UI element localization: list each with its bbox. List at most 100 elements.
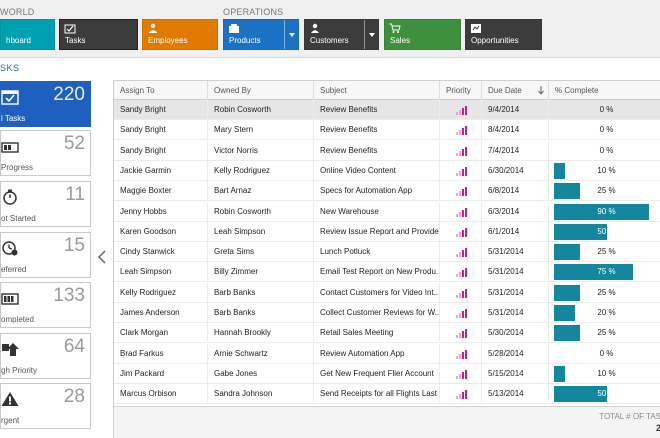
task-icon xyxy=(64,24,76,34)
stat-high-priority[interactable]: 64 gh Priority xyxy=(0,333,91,379)
subject-cell: New Warehouse xyxy=(314,201,440,222)
due-date-cell: 5/13/2014 xyxy=(482,384,549,405)
owned-by-cell: Robin Cosworth xyxy=(208,100,314,120)
priority-bars-icon xyxy=(456,146,467,156)
due-date-cell: 5/31/2014 xyxy=(482,303,549,323)
percent-complete-label: 0 % xyxy=(599,348,614,358)
grid-footer: TOTAL # OF TAS 2 xyxy=(114,406,660,438)
column-header-owned-by[interactable]: Owned By xyxy=(208,81,314,100)
stat-count: 15 xyxy=(63,235,85,256)
deferred-clock-icon xyxy=(2,241,18,256)
owned-by-cell: Leah Simpson xyxy=(208,221,314,242)
percent-complete-label: 10 % xyxy=(597,165,616,175)
table-row[interactable]: Sandy Bright Victor Norris Review Benefits… xyxy=(114,140,660,161)
assign-to-cell: Marcus Orbison xyxy=(114,384,208,405)
percent-complete-label: 0 % xyxy=(599,145,614,155)
table-row[interactable]: Maggie Boxter Bart Arnaz Specs for Automat… xyxy=(114,181,660,202)
cart-icon xyxy=(389,23,401,33)
calendar-check-icon xyxy=(1,90,19,105)
priority-bars-icon xyxy=(456,288,467,298)
subject-cell: Retail Sales Meeting xyxy=(314,323,440,344)
task-grid: Assign To Owned By Subject Priority Due … xyxy=(113,80,660,438)
priority-bars-icon xyxy=(456,329,467,339)
table-row[interactable]: James Anderson Barb Banks Collect Customer… xyxy=(114,303,660,323)
subject-cell: Lunch Potluck xyxy=(314,242,440,263)
column-header-subject[interactable]: Subject xyxy=(314,81,440,100)
owned-by-cell: Mary Stern xyxy=(208,120,314,141)
stat-label: eferred xyxy=(1,265,27,274)
table-row[interactable]: Jenny Hobbs Robin Cosworth New Warehouse 6/… xyxy=(114,201,660,222)
warning-icon xyxy=(1,392,19,406)
assign-to-cell: Leah Simpson xyxy=(114,262,208,283)
assign-to-cell: James Anderson xyxy=(114,303,208,323)
owned-by-cell: Arnie Schwartz xyxy=(208,343,314,364)
subject-cell: Review Benefits xyxy=(314,100,440,120)
priority-bars-icon xyxy=(456,390,467,400)
column-header-priority[interactable]: Priority xyxy=(440,81,482,100)
table-row[interactable]: Jim Packard Gabe Jones Get New Frequent Fl… xyxy=(114,363,660,384)
stat-count: 11 xyxy=(65,184,85,205)
stat-all-tasks[interactable]: 220 l Tasks xyxy=(0,81,91,127)
column-header-percent-complete[interactable]: % Complete xyxy=(549,81,660,100)
table-row[interactable]: Brad Farkus Arnie Schwartz Review Automati… xyxy=(114,343,660,364)
table-row[interactable]: Sandy Bright Robin Cosworth Review Benefit… xyxy=(114,100,660,120)
priority-bars-icon xyxy=(456,309,467,318)
chevron-left-icon[interactable] xyxy=(97,250,107,264)
due-date-cell: 5/28/2014 xyxy=(482,343,549,364)
table-row[interactable]: Kelly Rodriguez Barb Banks Contact Custome… xyxy=(114,282,660,303)
table-row[interactable]: Cindy Stanwick Greta Sims Lunch Potluck 5/3… xyxy=(114,242,660,263)
subject-cell: Contact Customers for Video Int... xyxy=(314,282,440,303)
stat-label: rgent xyxy=(1,416,20,425)
tile-tasks[interactable]: Tasks xyxy=(59,19,138,50)
customers-dropdown-button[interactable] xyxy=(364,20,378,49)
assign-to-cell: Clark Morgan xyxy=(114,323,208,344)
due-date-cell: 6/8/2014 xyxy=(482,181,549,202)
priority-bars-icon xyxy=(456,227,467,237)
stat-deferred[interactable]: 15 eferred xyxy=(0,232,91,278)
completed-icon xyxy=(1,293,19,305)
subject-cell: Specs for Automation App xyxy=(314,181,440,202)
assign-to-cell: Jackie Garmin xyxy=(114,160,208,181)
priority-bars-icon xyxy=(456,248,467,258)
subject-cell: Review Benefits xyxy=(314,120,440,141)
stat-label: Progress xyxy=(1,163,34,172)
due-date-cell: 7/4/2014 xyxy=(482,140,549,161)
stat-urgent[interactable]: 28 rgent xyxy=(0,383,91,429)
assign-to-cell: Sandy Bright xyxy=(114,120,208,141)
tile-products[interactable]: Products xyxy=(223,19,299,50)
stat-count: 133 xyxy=(53,285,85,306)
due-date-cell: 5/31/2014 xyxy=(482,282,549,303)
column-header-assign-to[interactable]: Assign To xyxy=(114,81,208,100)
tile-customers[interactable]: Customers xyxy=(304,19,379,50)
subject-cell: Review Benefits xyxy=(314,140,440,161)
assign-to-cell: Karen Goodson xyxy=(114,221,208,242)
table-row[interactable]: Clark Morgan Hannah Brookly Retail Sales M… xyxy=(114,323,660,344)
owned-by-cell: Greta Sims xyxy=(208,242,314,263)
percent-complete-label: 50 % xyxy=(597,226,616,236)
products-icon xyxy=(229,24,239,33)
tile-dashboard[interactable]: hboard xyxy=(0,19,55,50)
stat-not-started[interactable]: 11 ot Started xyxy=(0,181,91,227)
table-row[interactable]: Sandy Bright Mary Stern Review Benefits 8/4… xyxy=(114,120,660,141)
stat-in-progress[interactable]: 52 Progress xyxy=(0,130,91,176)
table-row[interactable]: Karen Goodson Leah Simpson Review Issue Re… xyxy=(114,221,660,242)
products-dropdown-button[interactable] xyxy=(284,20,298,49)
stat-completed[interactable]: 133 ompleted xyxy=(0,282,91,328)
tile-label: Opportunities xyxy=(471,36,519,45)
sort-descending-icon[interactable] xyxy=(538,86,544,95)
grid-header: Assign To Owned By Subject Priority Due … xyxy=(114,80,660,100)
priority-bars-icon xyxy=(456,207,467,217)
group-label-world: WORLD xyxy=(0,7,35,17)
tile-opportunities[interactable]: Opportunities xyxy=(465,19,542,50)
stat-label: gh Priority xyxy=(1,366,38,375)
table-row[interactable]: Leah Simpson Billy Zimmer Email Test Repor… xyxy=(114,262,660,283)
tile-label: Products xyxy=(229,36,261,45)
priority-bars-icon xyxy=(456,268,467,278)
table-row[interactable]: Marcus Orbison Sandra Johnson Send Receipt… xyxy=(114,384,660,405)
tile-employees[interactable]: Employees xyxy=(142,19,218,50)
table-row[interactable]: Jackie Garmin Kelly Rodriguez Online Video… xyxy=(114,160,660,181)
assign-to-cell: Sandy Bright xyxy=(114,100,208,120)
percent-complete-label: 0 % xyxy=(599,125,614,135)
tile-sales[interactable]: Sales xyxy=(384,19,461,50)
percent-complete-label: 50 % xyxy=(597,389,616,399)
